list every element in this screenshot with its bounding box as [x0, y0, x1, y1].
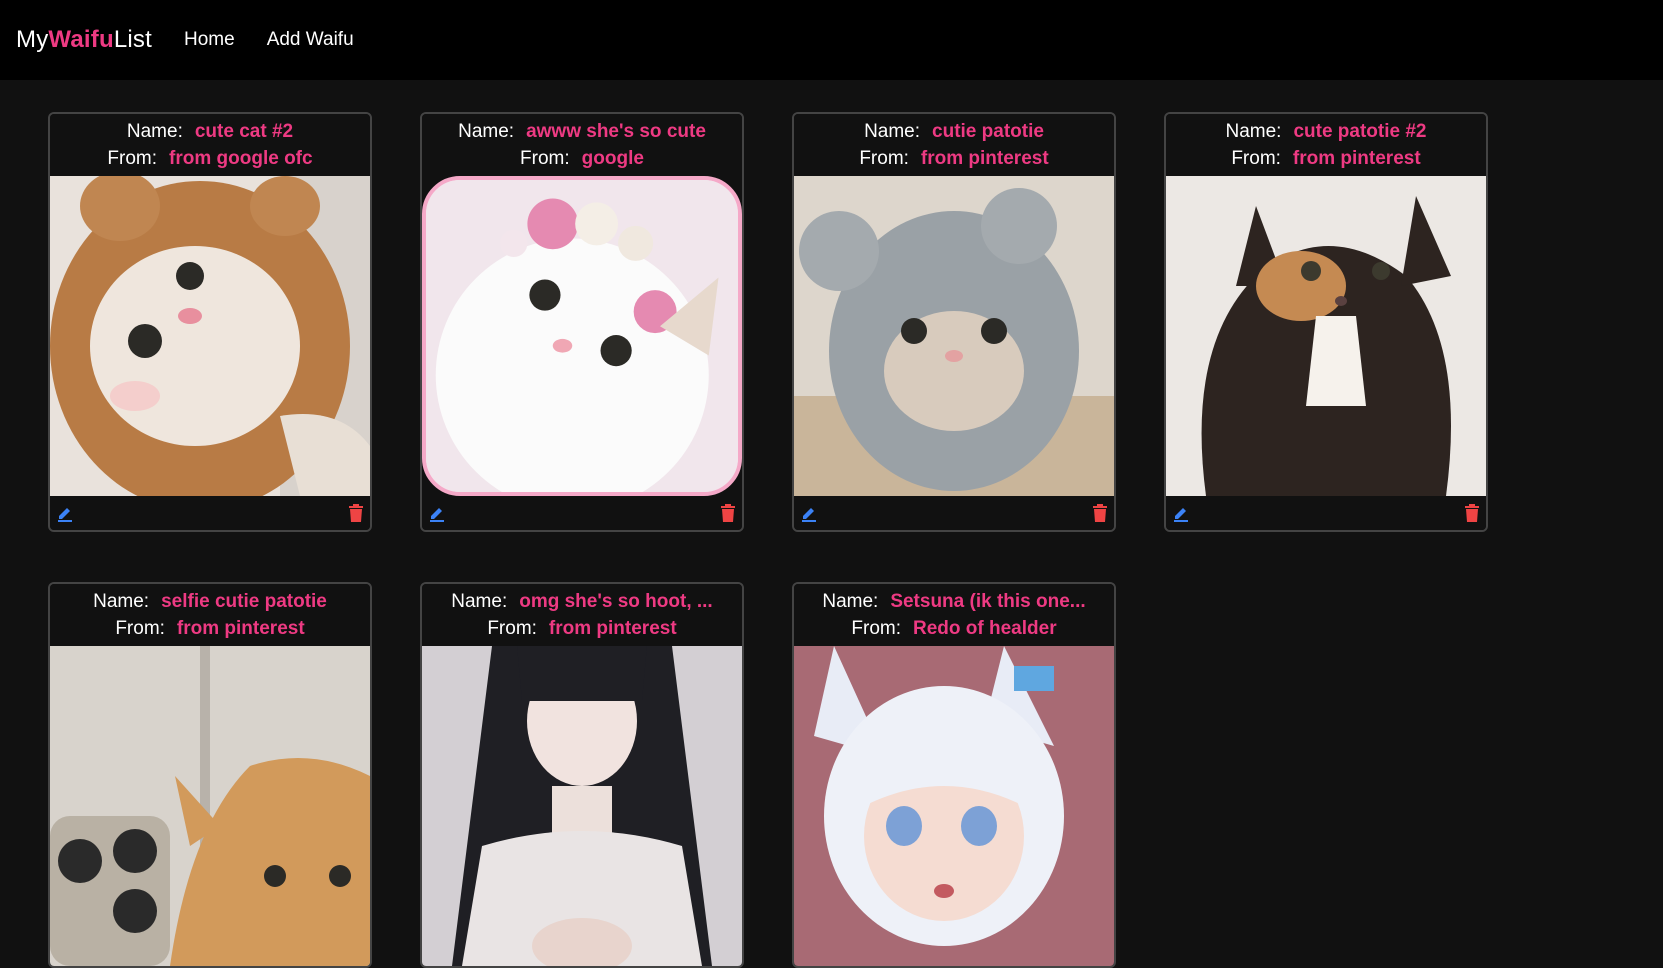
- waifu-image: [1166, 176, 1486, 496]
- waifu-image: [422, 176, 742, 496]
- card-actions: [422, 496, 742, 530]
- waifu-card: Name: cute patotie #2 From: from pinterest: [1164, 112, 1488, 532]
- waifu-name: selfie cutie patotie: [161, 591, 327, 612]
- name-label: Name:: [458, 121, 515, 142]
- from-label: From:: [859, 148, 909, 169]
- pencil-icon[interactable]: [800, 504, 818, 522]
- waifu-source: from pinterest: [176, 618, 305, 639]
- waifu-source: from pinterest: [920, 148, 1049, 169]
- waifu-name: cutie patotie: [932, 121, 1044, 142]
- waifu-source: Redo of healder: [913, 618, 1057, 639]
- waifu-image: [50, 176, 370, 496]
- card-actions: [1166, 496, 1486, 530]
- from-label: From:: [115, 618, 165, 639]
- waifu-image: [422, 646, 742, 966]
- waifu-card: Name: Setsuna (ik this one... From: Redo o…: [792, 582, 1116, 968]
- name-label: Name:: [864, 121, 921, 142]
- waifu-card: Name: omg she's so hoot, ... From: from pi…: [420, 582, 744, 968]
- navbar: MyWaifuList Home Add Waifu: [0, 0, 1663, 80]
- pencil-icon[interactable]: [56, 504, 74, 522]
- waifu-source: google: [581, 148, 644, 169]
- waifu-card: Name: selfie cutie patotie From: from pint…: [48, 582, 372, 968]
- card-header: Name: cute cat #2 From: from google ofc: [50, 114, 370, 176]
- waifu-name: awww she's so cute: [526, 121, 706, 142]
- waifu-card: Name: cute cat #2 From: from google ofc: [48, 112, 372, 532]
- card-header: Name: omg she's so hoot, ... From: from pi…: [422, 584, 742, 646]
- trash-icon[interactable]: [1092, 504, 1108, 522]
- trash-icon[interactable]: [720, 504, 736, 522]
- waifu-image: [794, 176, 1114, 496]
- waifu-name: cute patotie #2: [1293, 121, 1427, 142]
- brand-accent: Waifu: [48, 26, 114, 53]
- name-label: Name:: [1225, 121, 1282, 142]
- card-header: Name: awww she's so cute From: google: [422, 114, 742, 176]
- brand-suffix: List: [113, 26, 152, 53]
- trash-icon[interactable]: [348, 504, 364, 522]
- waifu-image: [50, 646, 370, 966]
- card-header: Name: cute patotie #2 From: from pinterest: [1166, 114, 1486, 176]
- card-header: Name: selfie cutie patotie From: from pint…: [50, 584, 370, 646]
- waifu-source: from pinterest: [1292, 148, 1421, 169]
- brand-prefix: My: [16, 26, 49, 53]
- pencil-icon[interactable]: [1172, 504, 1190, 522]
- waifu-name: cute cat #2: [194, 121, 294, 142]
- trash-icon[interactable]: [1464, 504, 1480, 522]
- from-label: From:: [487, 618, 537, 639]
- waifu-source: from google ofc: [169, 148, 313, 169]
- pencil-icon[interactable]: [428, 504, 446, 522]
- waifu-name: Setsuna (ik this one...: [890, 591, 1086, 612]
- waifu-name: omg she's so hoot, ...: [519, 591, 713, 612]
- name-label: Name:: [822, 591, 879, 612]
- waifu-card: Name: cutie patotie From: from pinterest: [792, 112, 1116, 532]
- card-actions: [794, 496, 1114, 530]
- nav-link-add-waifu[interactable]: Add Waifu: [267, 29, 354, 51]
- card-header: Name: Setsuna (ik this one... From: Redo o…: [794, 584, 1114, 646]
- from-label: From:: [1231, 148, 1281, 169]
- waifu-source: from pinterest: [548, 618, 677, 639]
- card-actions: [50, 496, 370, 530]
- waifu-card: Name: awww she's so cute From: google: [420, 112, 744, 532]
- name-label: Name:: [126, 121, 183, 142]
- from-label: From:: [520, 148, 570, 169]
- name-label: Name:: [451, 591, 508, 612]
- waifu-image: [794, 646, 1114, 966]
- card-header: Name: cutie patotie From: from pinterest: [794, 114, 1114, 176]
- from-label: From:: [851, 618, 902, 639]
- brand-logo[interactable]: MyWaifuList: [16, 26, 152, 54]
- nav-link-home[interactable]: Home: [184, 29, 235, 51]
- name-label: Name:: [93, 591, 150, 612]
- from-label: From:: [107, 148, 158, 169]
